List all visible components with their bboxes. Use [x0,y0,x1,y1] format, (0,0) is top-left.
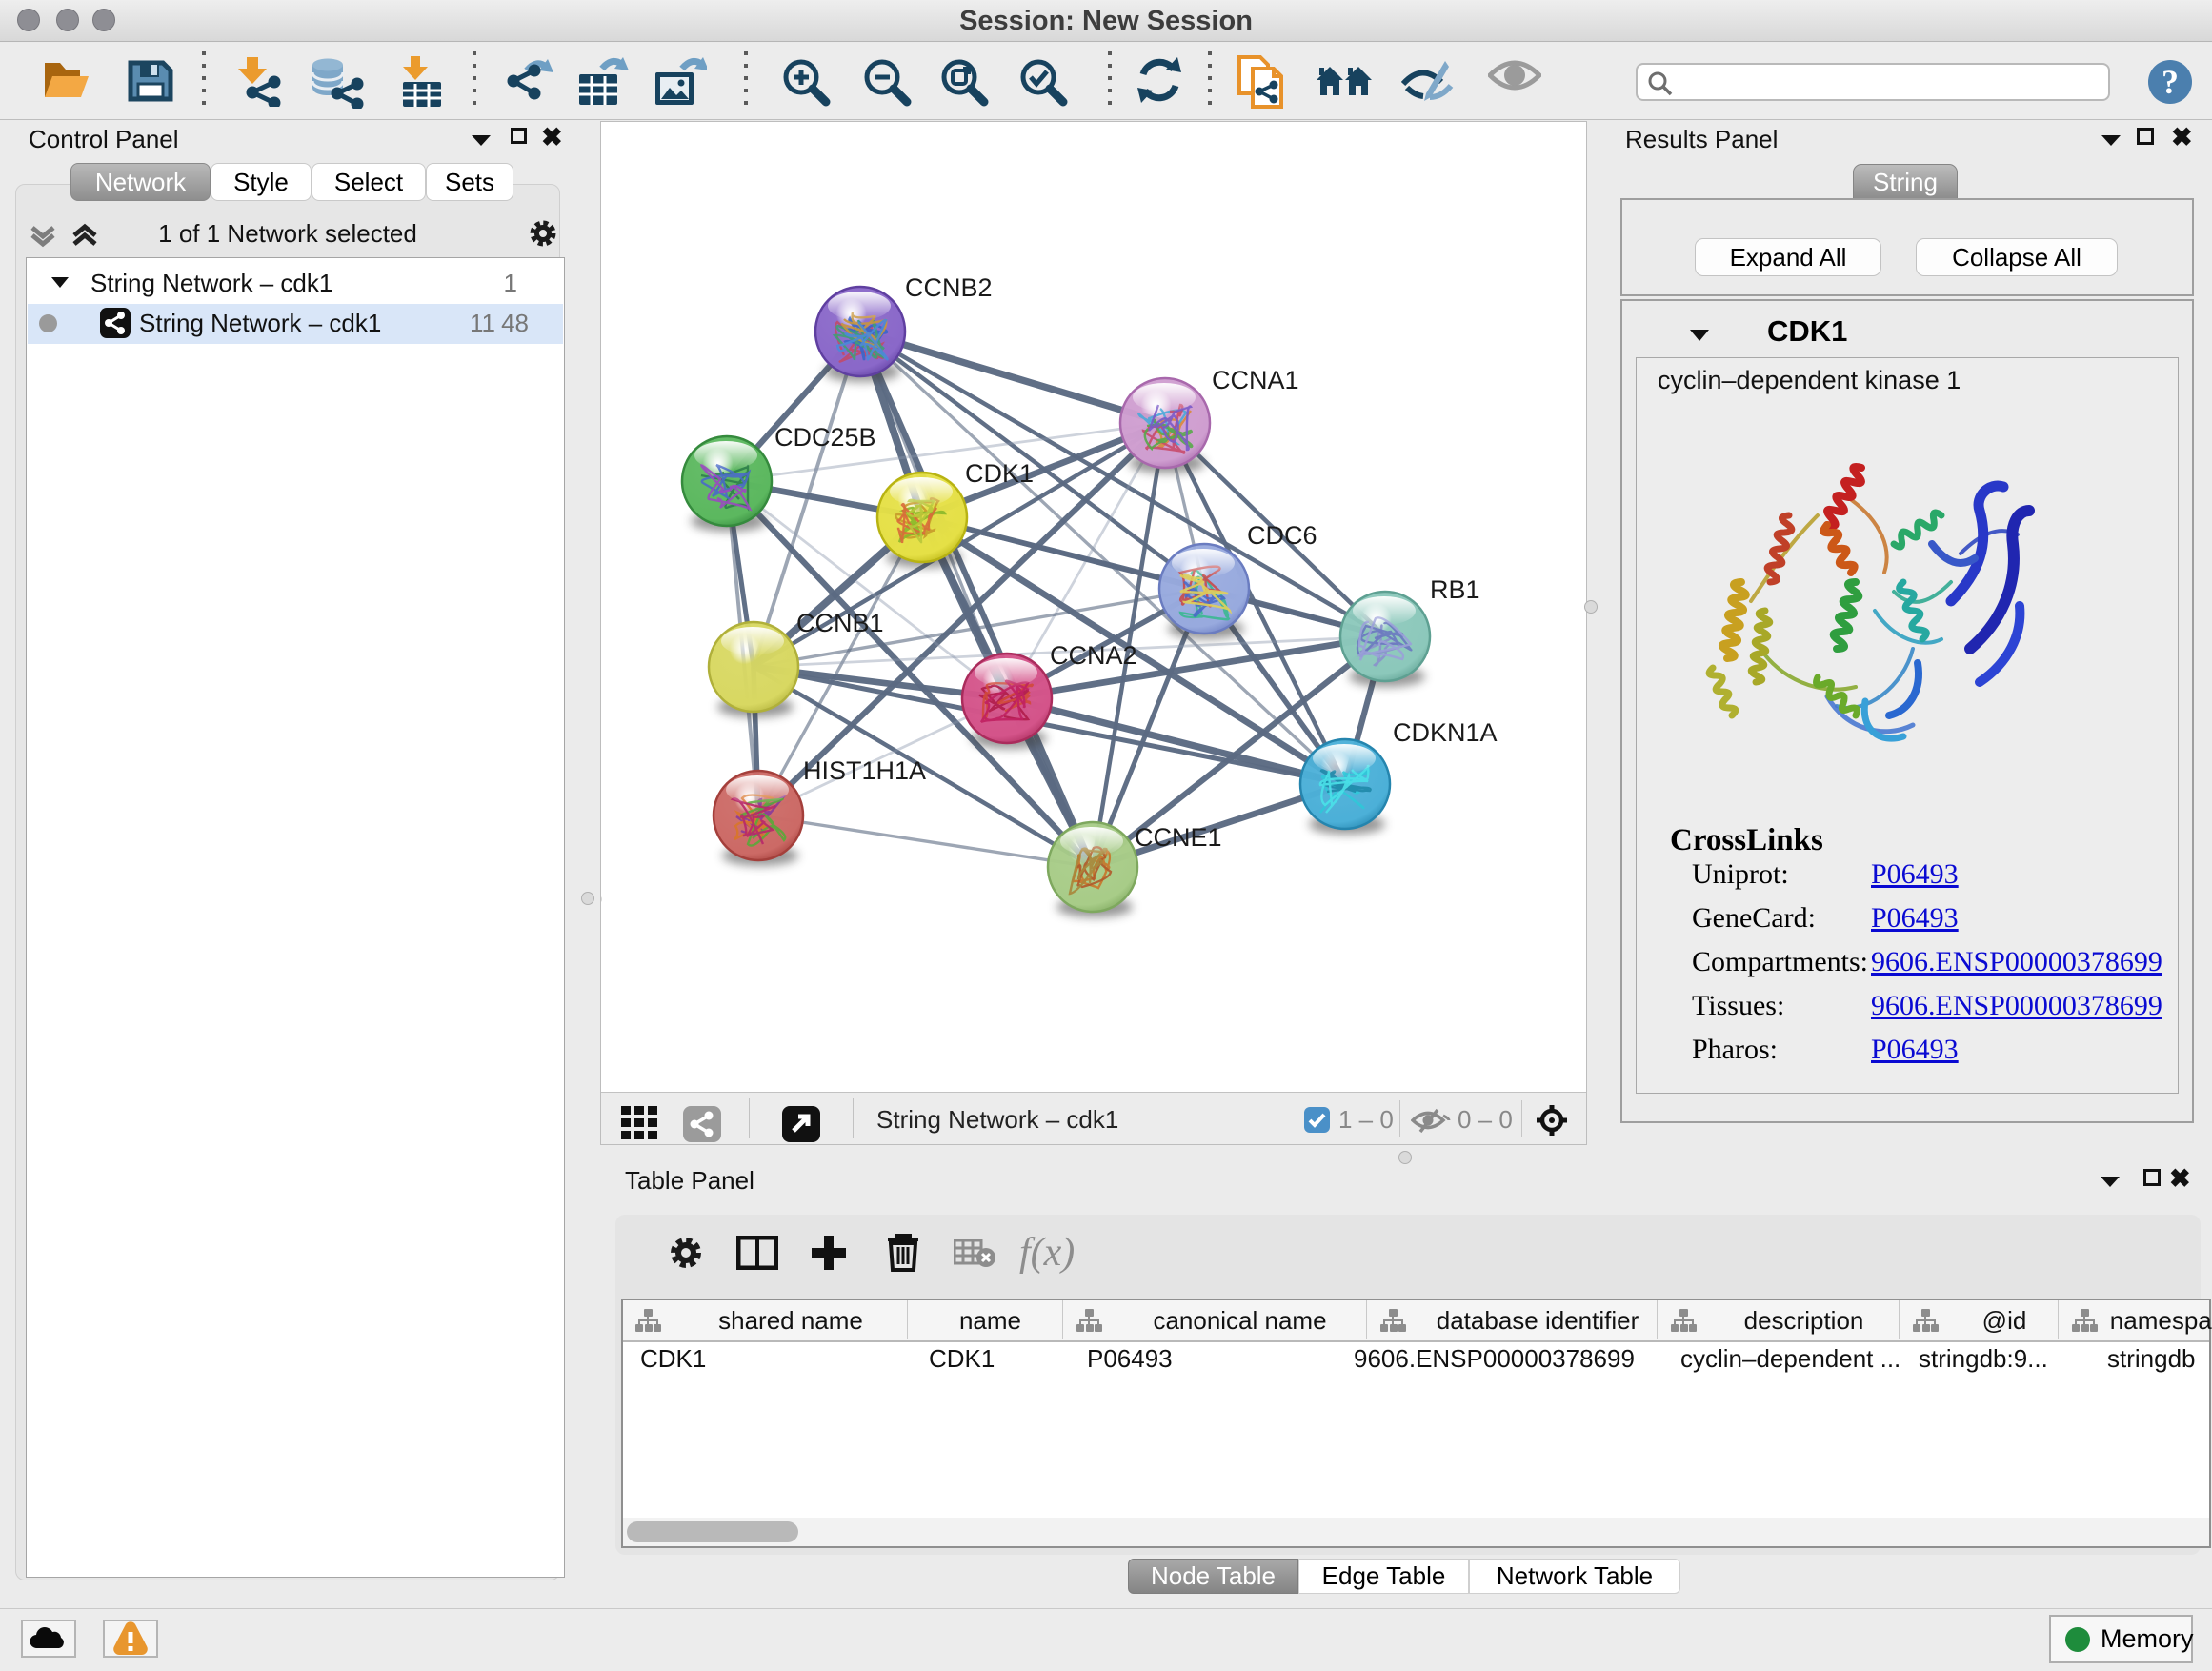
svg-text:CDC6: CDC6 [1247,521,1317,550]
svg-text:CCNB2: CCNB2 [905,273,993,302]
svg-text:CCNA1: CCNA1 [1212,366,1299,394]
svg-text:CCNE1: CCNE1 [1135,823,1222,852]
svg-text:HIST1H1A: HIST1H1A [803,756,926,785]
svg-text:?: ? [2162,63,2179,101]
svg-text:CCNB1: CCNB1 [796,609,884,637]
svg-text:CCNA2: CCNA2 [1050,641,1137,670]
svg-text:CDC25B: CDC25B [774,423,876,452]
svg-text:CDK1: CDK1 [965,459,1034,488]
svg-text:RB1: RB1 [1430,575,1480,604]
svg-text:CDKN1A: CDKN1A [1393,718,1498,747]
